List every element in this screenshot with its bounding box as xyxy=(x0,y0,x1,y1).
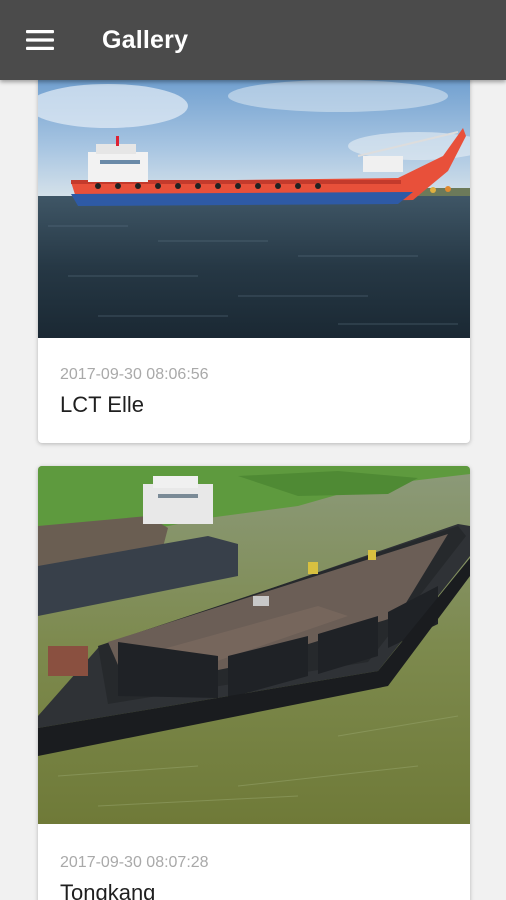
landing-craft-ship-photo xyxy=(38,80,470,338)
card-date: 2017-09-30 08:07:28 xyxy=(60,854,209,871)
gallery-list[interactable]: 2017-09-30 08:06:56 LCT Elle 2017-09-30 … xyxy=(0,80,506,900)
menu-button[interactable] xyxy=(0,0,80,80)
page-title: Gallery xyxy=(102,25,189,54)
card-title: LCT Elle xyxy=(60,392,144,417)
card-date: 2017-09-30 08:06:56 xyxy=(60,366,209,383)
gallery-card[interactable]: 2017-09-30 08:07:28 Tongkang xyxy=(38,466,470,900)
menu-icon xyxy=(26,30,54,50)
card-title: Tongkang xyxy=(60,880,156,900)
barge-photo xyxy=(38,466,470,824)
app-bar: Gallery xyxy=(0,0,506,80)
app-screen: Gallery 2017-09-30 08:06:56 LCT Elle 201… xyxy=(0,0,506,900)
gallery-card[interactable]: 2017-09-30 08:06:56 LCT Elle xyxy=(38,80,470,443)
